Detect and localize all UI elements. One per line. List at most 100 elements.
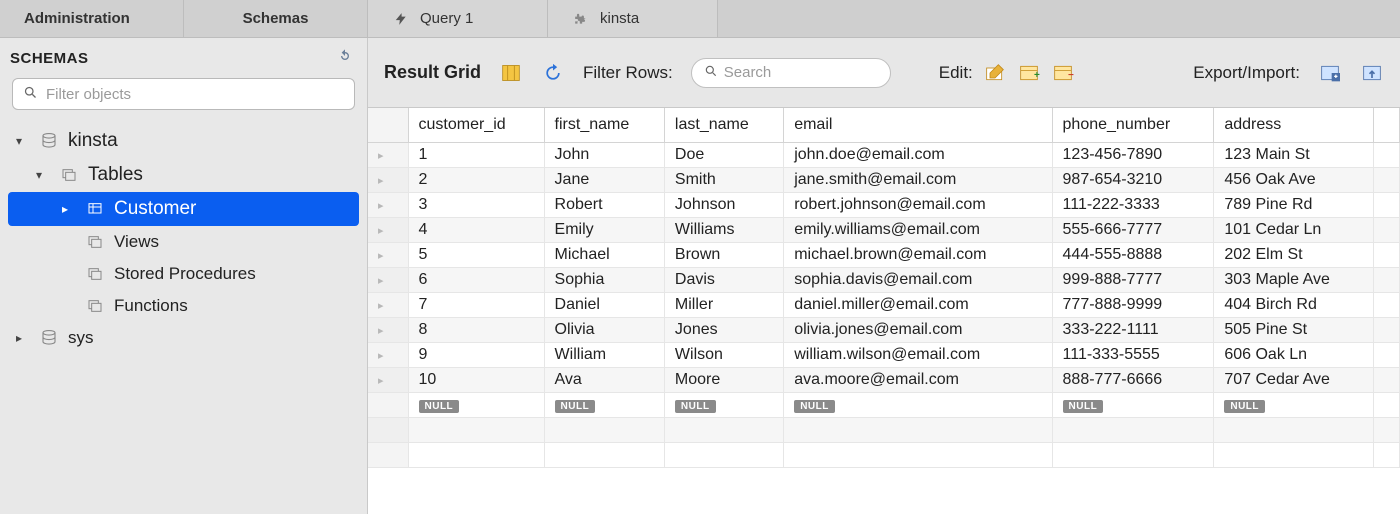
- table-row[interactable]: ▸7DanielMillerdaniel.miller@email.com777…: [368, 293, 1400, 318]
- tree-node-functions[interactable]: Functions: [8, 290, 359, 322]
- cell[interactable]: Williams: [664, 218, 783, 243]
- table-row[interactable]: ▸9WilliamWilsonwilliam.wilson@email.com1…: [368, 343, 1400, 368]
- cell[interactable]: daniel.miller@email.com: [784, 293, 1052, 318]
- cell[interactable]: NULL: [544, 393, 664, 418]
- cell[interactable]: Moore: [664, 368, 783, 393]
- cell[interactable]: 777-888-9999: [1052, 293, 1214, 318]
- cell[interactable]: NULL: [664, 393, 783, 418]
- cell[interactable]: 444-555-8888: [1052, 243, 1214, 268]
- row-gutter[interactable]: ▸: [368, 268, 408, 293]
- cell[interactable]: 606 Oak Ln: [1214, 343, 1373, 368]
- cell[interactable]: jane.smith@email.com: [784, 168, 1052, 193]
- row-gutter[interactable]: ▸: [368, 193, 408, 218]
- cell[interactable]: Doe: [664, 143, 783, 168]
- cell[interactable]: 456 Oak Ave: [1214, 168, 1373, 193]
- cell[interactable]: 101 Cedar Ln: [1214, 218, 1373, 243]
- tab-kinsta[interactable]: kinsta: [548, 0, 718, 37]
- row-gutter[interactable]: ▸: [368, 343, 408, 368]
- cell[interactable]: john.doe@email.com: [784, 143, 1052, 168]
- cell[interactable]: Michael: [544, 243, 664, 268]
- cell[interactable]: Johnson: [664, 193, 783, 218]
- cell[interactable]: NULL: [1214, 393, 1373, 418]
- cell[interactable]: robert.johnson@email.com: [784, 193, 1052, 218]
- row-gutter[interactable]: ▸: [368, 168, 408, 193]
- row-gutter[interactable]: ▸: [368, 368, 408, 393]
- table-row[interactable]: ▸2JaneSmithjane.smith@email.com987-654-3…: [368, 168, 1400, 193]
- cell[interactable]: michael.brown@email.com: [784, 243, 1052, 268]
- cell[interactable]: Sophia: [544, 268, 664, 293]
- table-row[interactable]: ▸10AvaMooreava.moore@email.com888-777-66…: [368, 368, 1400, 393]
- table-row[interactable]: ▸6SophiaDavissophia.davis@email.com999-8…: [368, 268, 1400, 293]
- cell[interactable]: 999-888-7777: [1052, 268, 1214, 293]
- table-row[interactable]: ▸5MichaelBrownmichael.brown@email.com444…: [368, 243, 1400, 268]
- cell[interactable]: william.wilson@email.com: [784, 343, 1052, 368]
- cell[interactable]: emily.williams@email.com: [784, 218, 1052, 243]
- export-icon[interactable]: [1318, 62, 1342, 84]
- grid-view-icon[interactable]: [499, 62, 523, 84]
- cell[interactable]: Daniel: [544, 293, 664, 318]
- cell[interactable]: Ava: [544, 368, 664, 393]
- row-gutter[interactable]: [368, 393, 408, 418]
- cell[interactable]: 10: [408, 368, 544, 393]
- cell[interactable]: 789 Pine Rd: [1214, 193, 1373, 218]
- cell[interactable]: Smith: [664, 168, 783, 193]
- cell[interactable]: Jones: [664, 318, 783, 343]
- import-icon[interactable]: [1360, 62, 1384, 84]
- tree-node-stored-procedures[interactable]: Stored Procedures: [8, 258, 359, 290]
- cell[interactable]: 3: [408, 193, 544, 218]
- filter-objects-input[interactable]: [46, 86, 344, 103]
- cell[interactable]: John: [544, 143, 664, 168]
- cell[interactable]: 6: [408, 268, 544, 293]
- tree-node-customer[interactable]: ▸ Customer: [8, 192, 359, 226]
- table-row[interactable]: ▸1JohnDoejohn.doe@email.com123-456-78901…: [368, 143, 1400, 168]
- tab-schemas[interactable]: Schemas: [184, 0, 368, 37]
- refresh-icon[interactable]: [541, 62, 565, 84]
- cell[interactable]: 111-333-5555: [1052, 343, 1214, 368]
- cell[interactable]: William: [544, 343, 664, 368]
- tab-administration[interactable]: Administration: [0, 0, 184, 37]
- tab-query-1[interactable]: Query 1: [368, 0, 548, 37]
- edit-row-icon[interactable]: [983, 62, 1007, 84]
- cell[interactable]: 123-456-7890: [1052, 143, 1214, 168]
- cell[interactable]: 404 Birch Rd: [1214, 293, 1373, 318]
- column-header[interactable]: first_name: [544, 108, 664, 143]
- row-gutter[interactable]: ▸: [368, 218, 408, 243]
- filter-rows-input[interactable]: [724, 64, 923, 81]
- column-header[interactable]: customer_id: [408, 108, 544, 143]
- cell[interactable]: NULL: [784, 393, 1052, 418]
- cell[interactable]: Miller: [664, 293, 783, 318]
- cell[interactable]: olivia.jones@email.com: [784, 318, 1052, 343]
- delete-row-icon[interactable]: −: [1051, 62, 1075, 84]
- column-header[interactable]: last_name: [664, 108, 783, 143]
- cell[interactable]: 111-222-3333: [1052, 193, 1214, 218]
- result-grid-wrap[interactable]: customer_idfirst_namelast_nameemailphone…: [368, 108, 1400, 514]
- cell[interactable]: NULL: [1052, 393, 1214, 418]
- cell[interactable]: 7: [408, 293, 544, 318]
- row-gutter[interactable]: ▸: [368, 293, 408, 318]
- cell[interactable]: 303 Maple Ave: [1214, 268, 1373, 293]
- cell[interactable]: Emily: [544, 218, 664, 243]
- table-row[interactable]: ▸3RobertJohnsonrobert.johnson@email.com1…: [368, 193, 1400, 218]
- table-row[interactable]: ▸4EmilyWilliamsemily.williams@email.com5…: [368, 218, 1400, 243]
- filter-rows-search[interactable]: [691, 58, 891, 88]
- cell[interactable]: 888-777-6666: [1052, 368, 1214, 393]
- cell[interactable]: 987-654-3210: [1052, 168, 1214, 193]
- cell[interactable]: 8: [408, 318, 544, 343]
- cell[interactable]: Wilson: [664, 343, 783, 368]
- cell[interactable]: 4: [408, 218, 544, 243]
- cell[interactable]: 555-666-7777: [1052, 218, 1214, 243]
- cell[interactable]: 123 Main St: [1214, 143, 1373, 168]
- column-header[interactable]: phone_number: [1052, 108, 1214, 143]
- row-gutter[interactable]: ▸: [368, 143, 408, 168]
- cell[interactable]: 333-222-1111: [1052, 318, 1214, 343]
- cell[interactable]: NULL: [408, 393, 544, 418]
- cell[interactable]: Jane: [544, 168, 664, 193]
- cell[interactable]: 505 Pine St: [1214, 318, 1373, 343]
- cell[interactable]: Olivia: [544, 318, 664, 343]
- cell[interactable]: Robert: [544, 193, 664, 218]
- row-gutter[interactable]: ▸: [368, 318, 408, 343]
- cell[interactable]: 9: [408, 343, 544, 368]
- cell[interactable]: Brown: [664, 243, 783, 268]
- cell[interactable]: sophia.davis@email.com: [784, 268, 1052, 293]
- column-header[interactable]: email: [784, 108, 1052, 143]
